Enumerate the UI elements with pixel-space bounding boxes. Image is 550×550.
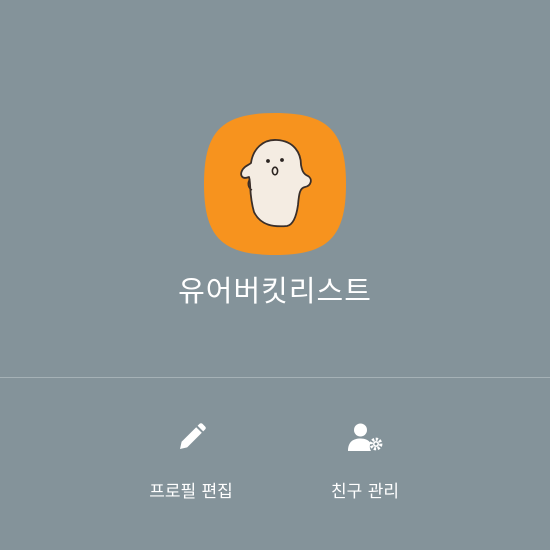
pencil-icon xyxy=(180,423,206,449)
profile-screen: 유어버킷리스트 프로필 편집 친구 관리 xyxy=(0,0,550,550)
divider xyxy=(0,377,550,378)
edit-profile-label: 프로필 편집 xyxy=(149,482,233,502)
user-gear-icon xyxy=(348,423,383,451)
edit-profile-button[interactable]: 프로필 편집 xyxy=(116,415,266,515)
manage-friends-label: 친구 관리 xyxy=(331,482,399,502)
profile-avatar[interactable] xyxy=(204,113,346,255)
manage-friends-button[interactable]: 친구 관리 xyxy=(290,415,440,515)
profile-name: 유어버킷리스트 xyxy=(178,274,372,308)
